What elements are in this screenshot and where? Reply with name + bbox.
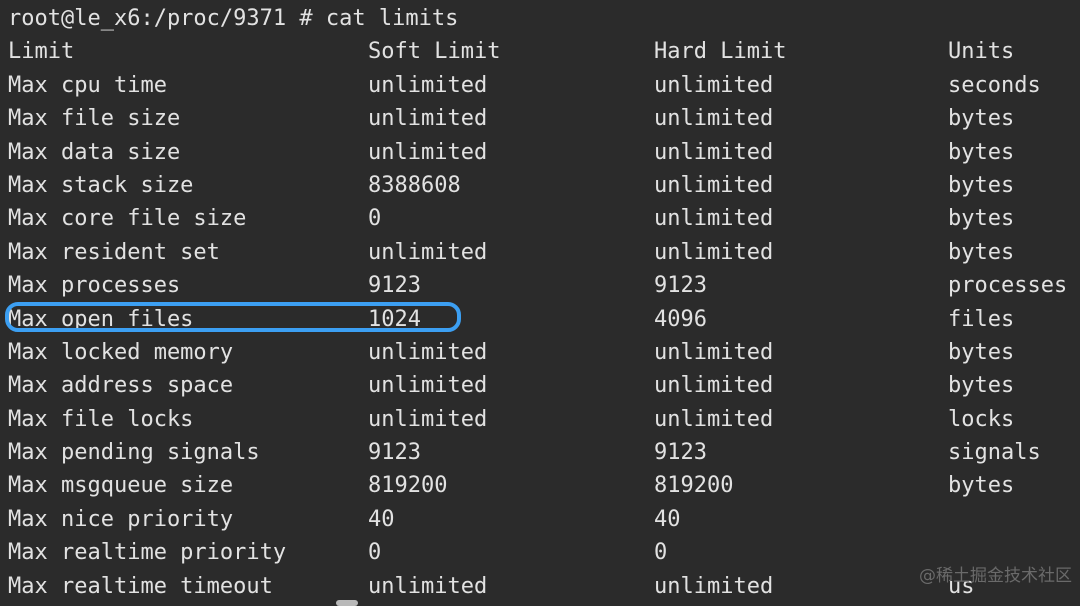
row-hard-limit: unlimited	[654, 373, 774, 399]
table-row: Max realtime priority 0 0	[0, 536, 1080, 569]
row-soft-limit: 9123	[368, 440, 421, 466]
table-row: Max nice priority 40 40	[0, 503, 1080, 536]
row-hard-limit: unlimited	[654, 239, 774, 265]
row-units: bytes	[948, 206, 1015, 232]
row-limit-name: Max stack size	[8, 172, 194, 198]
row-limit-name: Max realtime timeout	[8, 573, 273, 599]
row-soft-limit: 0	[368, 206, 382, 232]
row-units: bytes	[948, 239, 1015, 265]
row-hard-limit: unlimited	[654, 206, 774, 232]
row-soft-limit: 9123	[368, 273, 421, 299]
row-limit-name: Max cpu time	[8, 72, 167, 98]
table-header-row: Limit Soft Limit Hard Limit Units	[0, 35, 1080, 68]
row-units: bytes	[948, 339, 1015, 365]
row-hard-limit: unlimited	[654, 573, 774, 599]
column-header-hard-limit: Hard Limit	[654, 39, 787, 65]
row-soft-limit: 1024	[368, 306, 421, 332]
row-hard-limit: 4096	[654, 306, 707, 332]
table-row: Max processes 9123 9123 processes	[0, 269, 1080, 302]
terminal-output: root@le_x6:/proc/9371 # cat limits Limit…	[0, 2, 1080, 603]
row-units: processes	[948, 273, 1068, 299]
row-limit-name: Max nice priority	[8, 506, 234, 532]
table-row: Max locked memory unlimited unlimited by…	[0, 336, 1080, 369]
row-hard-limit: unlimited	[654, 406, 774, 432]
row-limit-name: Max open files	[8, 306, 194, 332]
table-row: Max realtime timeout unlimited unlimited…	[0, 570, 1080, 603]
table-row: Max file locks unlimited unlimited locks	[0, 403, 1080, 436]
row-hard-limit: unlimited	[654, 139, 774, 165]
row-hard-limit: 0	[654, 540, 668, 566]
row-limit-name: Max resident set	[8, 239, 220, 265]
column-header-units: Units	[948, 39, 1015, 65]
scrollbar-thumb[interactable]	[336, 600, 358, 606]
row-soft-limit: unlimited	[368, 72, 488, 98]
row-hard-limit: 819200	[654, 473, 734, 499]
row-units: seconds	[948, 72, 1041, 98]
row-limit-name: Max data size	[8, 139, 181, 165]
row-units: bytes	[948, 373, 1015, 399]
table-row: Max file size unlimited unlimited bytes	[0, 102, 1080, 135]
row-soft-limit: unlimited	[368, 139, 488, 165]
table-row: Max core file size 0 unlimited bytes	[0, 202, 1080, 235]
table-row: Max resident set unlimited unlimited byt…	[0, 236, 1080, 269]
row-units: bytes	[948, 473, 1015, 499]
row-units: locks	[948, 406, 1015, 432]
row-limit-name: Max pending signals	[8, 440, 260, 466]
table-row-max-open-files: Max open files 1024 4096 files	[0, 303, 1080, 336]
row-hard-limit: unlimited	[654, 339, 774, 365]
row-limit-name: Max locked memory	[8, 339, 234, 365]
row-hard-limit: 40	[654, 506, 681, 532]
table-row: Max cpu time unlimited unlimited seconds	[0, 69, 1080, 102]
terminal-prompt-line: root@le_x6:/proc/9371 # cat limits	[0, 2, 1080, 35]
row-limit-name: Max file size	[8, 106, 181, 132]
row-units: bytes	[948, 106, 1015, 132]
row-soft-limit: unlimited	[368, 106, 488, 132]
watermark-text: @稀土掘金技术社区	[919, 566, 1072, 586]
row-hard-limit: 9123	[654, 440, 707, 466]
row-soft-limit: unlimited	[368, 373, 488, 399]
row-soft-limit: unlimited	[368, 239, 488, 265]
row-units: bytes	[948, 172, 1015, 198]
row-soft-limit: 8388608	[368, 172, 461, 198]
row-soft-limit: 819200	[368, 473, 448, 499]
row-hard-limit: unlimited	[654, 172, 774, 198]
row-units: signals	[948, 440, 1041, 466]
table-row: Max stack size 8388608 unlimited bytes	[0, 169, 1080, 202]
row-soft-limit: unlimited	[368, 339, 488, 365]
table-row: Max pending signals 9123 9123 signals	[0, 436, 1080, 469]
table-row: Max msgqueue size 819200 819200 bytes	[0, 469, 1080, 502]
row-limit-name: Max address space	[8, 373, 234, 399]
row-soft-limit: unlimited	[368, 573, 488, 599]
row-limit-name: Max file locks	[8, 406, 194, 432]
table-row: Max data size unlimited unlimited bytes	[0, 136, 1080, 169]
row-units: files	[948, 306, 1015, 332]
row-limit-name: Max core file size	[8, 206, 247, 232]
terminal-window[interactable]: root@le_x6:/proc/9371 # cat limits Limit…	[0, 0, 1080, 606]
row-limit-name: Max realtime priority	[8, 540, 287, 566]
row-soft-limit: 0	[368, 540, 382, 566]
row-units: bytes	[948, 139, 1015, 165]
row-hard-limit: 9123	[654, 273, 707, 299]
row-hard-limit: unlimited	[654, 106, 774, 132]
table-row: Max address space unlimited unlimited by…	[0, 369, 1080, 402]
column-header-soft-limit: Soft Limit	[368, 39, 501, 65]
row-soft-limit: 40	[368, 506, 395, 532]
row-limit-name: Max msgqueue size	[8, 473, 234, 499]
column-header-limit: Limit	[8, 39, 75, 65]
row-soft-limit: unlimited	[368, 406, 488, 432]
row-limit-name: Max processes	[8, 273, 181, 299]
row-hard-limit: unlimited	[654, 72, 774, 98]
prompt-command-text: root@le_x6:/proc/9371 # cat limits	[8, 6, 459, 31]
